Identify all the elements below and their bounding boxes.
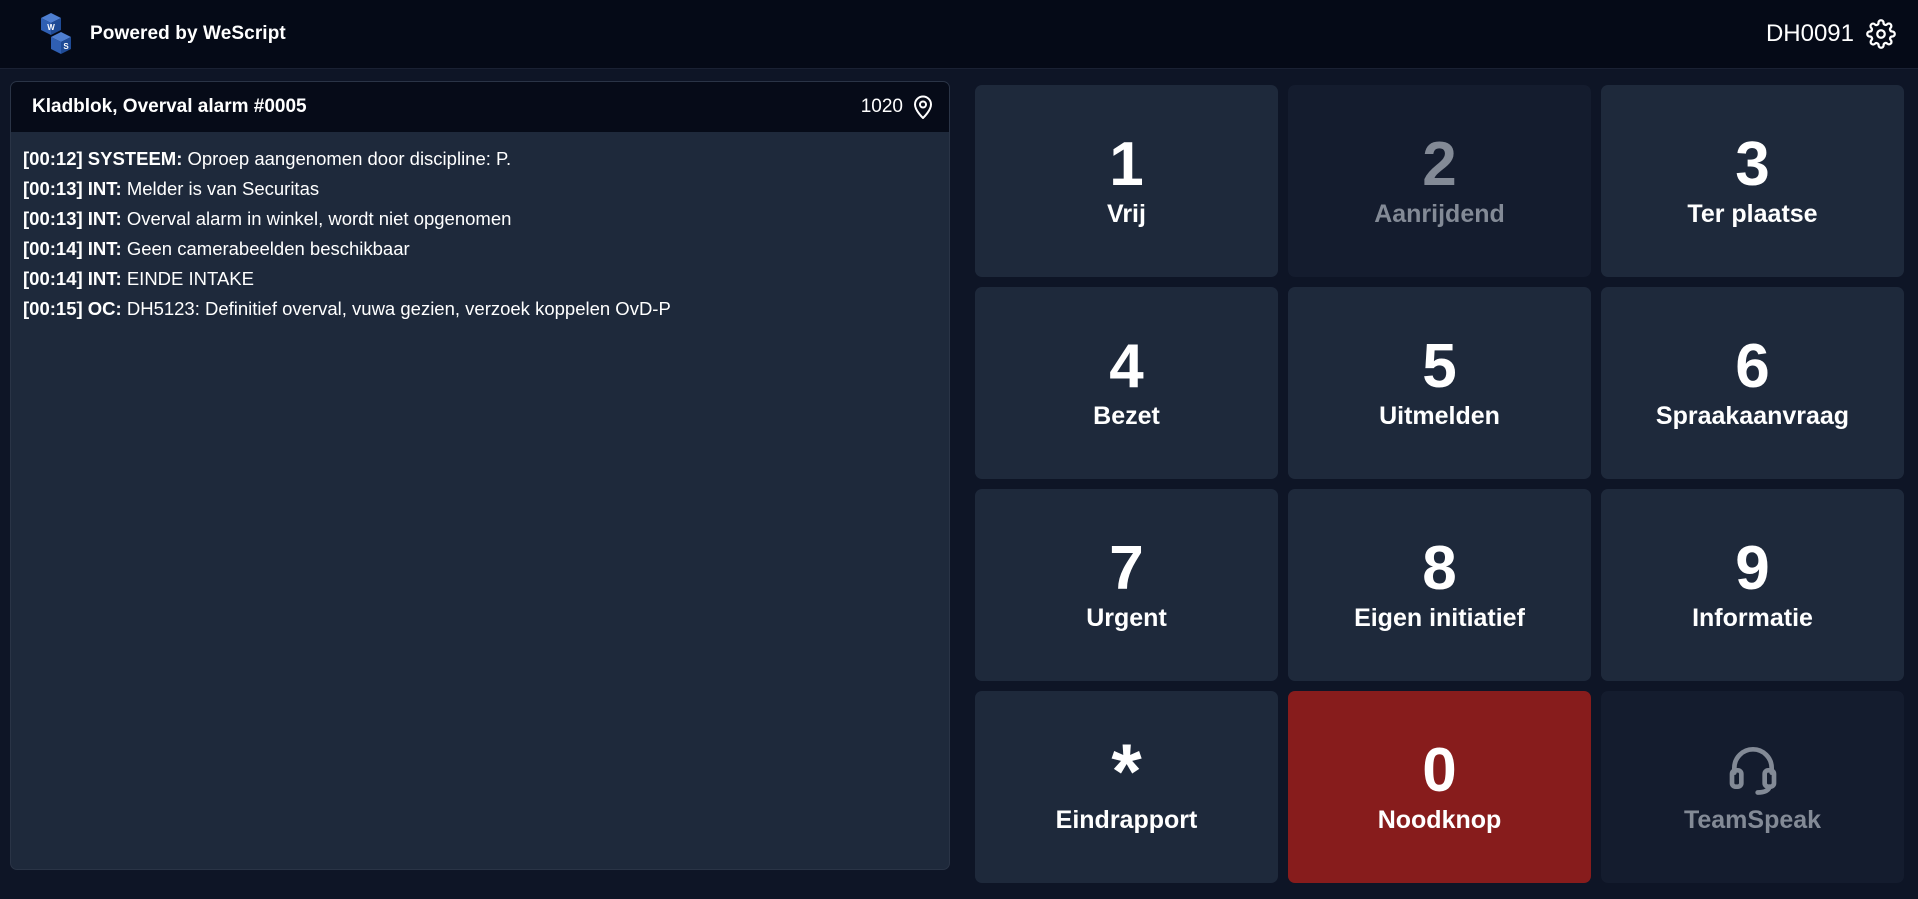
wescript-logo: W S — [38, 11, 74, 57]
key-number: 9 — [1735, 533, 1770, 603]
log-source: INT: — [87, 238, 122, 259]
notepad-title: Kladblok, Overval alarm #0005 — [32, 96, 307, 117]
key-number: 8 — [1422, 533, 1457, 603]
svg-text:W: W — [47, 23, 55, 32]
log-time: [00:15] — [23, 298, 83, 319]
key-number: 0 — [1422, 735, 1457, 805]
log-source: OC: — [87, 298, 122, 319]
key-label: Spraakaanvraag — [1655, 401, 1850, 430]
key-number: 6 — [1735, 331, 1770, 401]
log-source: INT: — [87, 208, 122, 229]
log-time: [00:13] — [23, 208, 83, 229]
key-star-button[interactable]: * Eindrapport — [975, 691, 1278, 883]
notepad-meta: 1020 — [861, 94, 935, 120]
log-time: [00:12] — [23, 148, 83, 169]
notepad-panel: Kladblok, Overval alarm #0005 1020 [00:1… — [10, 81, 950, 870]
log-time: [00:14] — [23, 268, 83, 289]
log-entry: [00:12] SYSTEEM: Oproep aangenomen door … — [23, 144, 937, 174]
emergency-button[interactable]: 0 Noodknop — [1288, 691, 1591, 883]
key-label: Urgent — [1086, 603, 1167, 632]
svg-text:S: S — [63, 42, 69, 51]
log-entry: [00:15] OC: DH5123: Definitief overval, … — [23, 294, 937, 324]
key-3-button[interactable]: 3 Ter plaatse — [1601, 85, 1904, 277]
log-entry: [00:14] INT: Geen camerabeelden beschikb… — [23, 234, 937, 264]
user-id: DH0091 — [1765, 20, 1854, 47]
log-entry: [00:13] INT: Overval alarm in winkel, wo… — [23, 204, 937, 234]
map-pin-icon[interactable] — [911, 94, 935, 120]
key-label: Uitmelden — [1379, 401, 1500, 430]
log-entry: [00:13] INT: Melder is van Securitas — [23, 174, 937, 204]
key-number: 2 — [1422, 129, 1457, 199]
log-text: Geen camerabeelden beschikbaar — [126, 238, 410, 259]
log-text: Oproep aangenomen door discipline: P. — [187, 148, 512, 169]
key-2-button[interactable]: 2 Aanrijdend — [1288, 85, 1591, 277]
key-8-button[interactable]: 8 Eigen initiatief — [1288, 489, 1591, 681]
key-label: Vrij — [1107, 199, 1146, 228]
key-number: 1 — [1109, 129, 1144, 199]
key-label: Ter plaatse — [1687, 199, 1818, 228]
gear-icon[interactable] — [1866, 19, 1896, 49]
key-label: Informatie — [1692, 603, 1813, 632]
key-9-button[interactable]: 9 Informatie — [1601, 489, 1904, 681]
notepad-log: [00:12] SYSTEEM: Oproep aangenomen door … — [11, 132, 949, 336]
log-source: INT: — [87, 178, 122, 199]
key-number: 3 — [1735, 129, 1770, 199]
log-source: SYSTEEM: — [87, 148, 183, 169]
key-label: Aanrijdend — [1374, 199, 1505, 228]
brand: W S Powered by WeScript — [38, 11, 286, 57]
log-text: EINDE INTAKE — [126, 268, 254, 289]
user-area: DH0091 — [1766, 19, 1896, 49]
log-time: [00:14] — [23, 238, 83, 259]
log-text: DH5123: Definitief overval, vuwa gezien,… — [126, 298, 671, 319]
log-text: Melder is van Securitas — [126, 178, 320, 199]
key-4-button[interactable]: 4 Bezet — [975, 287, 1278, 479]
key-number: 4 — [1109, 331, 1144, 401]
teamspeak-button[interactable]: TeamSpeak — [1601, 691, 1904, 883]
log-source: INT: — [87, 268, 122, 289]
key-label: Eindrapport — [1055, 805, 1198, 834]
key-7-button[interactable]: 7 Urgent — [975, 489, 1278, 681]
key-number: 7 — [1109, 533, 1144, 603]
key-1-button[interactable]: 1 Vrij — [975, 85, 1278, 277]
incident-code: 1020 — [860, 96, 903, 117]
key-label: Eigen initiatief — [1354, 603, 1525, 632]
asterisk-icon: * — [1111, 726, 1142, 815]
top-bar: W S Powered by WeScript DH0091 — [0, 0, 1918, 69]
log-text: Overval alarm in winkel, wordt niet opge… — [126, 208, 512, 229]
status-keypad: 1 Vrij 2 Aanrijdend 3 Ter plaatse 4 Beze… — [975, 85, 1904, 883]
log-time: [00:13] — [23, 178, 83, 199]
log-entry: [00:14] INT: EINDE INTAKE — [23, 264, 937, 294]
brand-text: Powered by WeScript — [90, 23, 286, 44]
notepad-header: Kladblok, Overval alarm #0005 1020 — [11, 82, 949, 132]
headset-icon — [1729, 746, 1776, 795]
key-label: Noodknop — [1377, 805, 1502, 834]
key-label: TeamSpeak — [1683, 805, 1822, 834]
key-5-button[interactable]: 5 Uitmelden — [1288, 287, 1591, 479]
key-6-button[interactable]: 6 Spraakaanvraag — [1601, 287, 1904, 479]
key-number: 5 — [1422, 331, 1457, 401]
key-label: Bezet — [1093, 401, 1160, 430]
